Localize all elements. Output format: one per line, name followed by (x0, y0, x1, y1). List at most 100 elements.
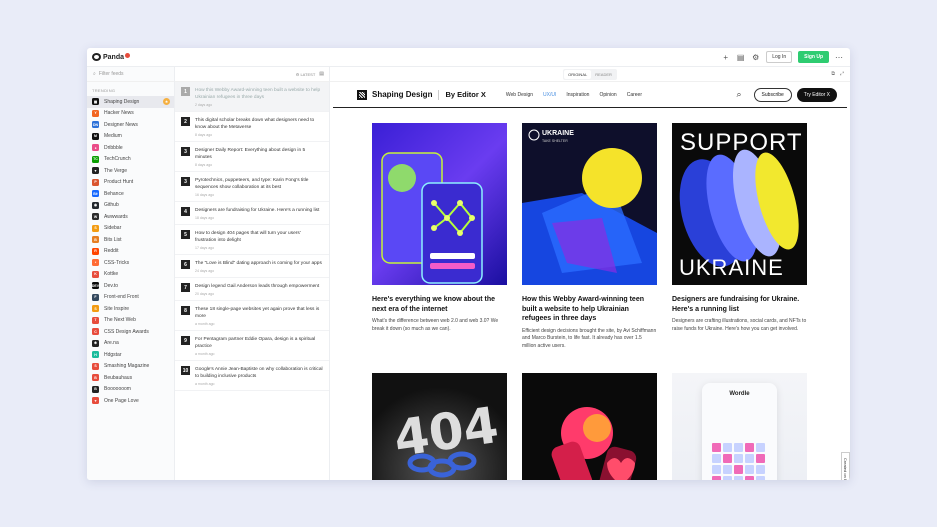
article-card[interactable]: UKRAINE TAKE SHELTER How this Webby Awar… (522, 123, 657, 350)
sidebar-item[interactable]: ▦ Shaping Design ★ (87, 96, 174, 108)
sidebar-item[interactable]: S Smashing Magazine (87, 361, 174, 373)
article-card[interactable] (522, 373, 657, 480)
top-bar: Panda + ▤ ⚙ Log In Sign Up ⋯ (87, 48, 850, 67)
add-icon[interactable]: + (721, 53, 730, 62)
wordle-tile (756, 454, 765, 463)
sidebar-item[interactable]: C CSS Design Awards (87, 326, 174, 338)
source-icon: ◉ (92, 201, 99, 209)
by-editor-x[interactable]: By Editor X (445, 90, 485, 99)
sidebar-item-label: Designer News (104, 121, 138, 128)
sidebar-item[interactable]: T The Next Web (87, 315, 174, 327)
sidebar-item-label: Are.na (104, 340, 119, 347)
sidebar-item[interactable]: TC TechCrunch (87, 154, 174, 166)
site-nav-item[interactable]: Web Design (506, 92, 533, 98)
site-nav-item[interactable]: UX/UI (543, 92, 556, 98)
source-icon: TC (92, 155, 99, 163)
list-item[interactable]: 2 This digital scholar breaks down what d… (175, 112, 329, 142)
list-item[interactable]: 6 The "Love is Blind" dating approach is … (175, 255, 329, 278)
layout-icon[interactable]: ▤ (736, 53, 745, 62)
sidebar-item[interactable]: S Sidebar (87, 223, 174, 235)
site-nav-item[interactable]: Career (627, 92, 642, 98)
sidebar-item[interactable]: F Front-end Front (87, 292, 174, 304)
card-title[interactable]: Designers are fundraising for Ukraine. H… (672, 295, 807, 314)
login-button[interactable]: Log In (766, 51, 793, 63)
wordle-tile (734, 465, 743, 474)
site-nav-item[interactable]: Opinion (599, 92, 616, 98)
sidebar-item[interactable]: B Bits List (87, 234, 174, 246)
sidebar-item[interactable]: B Booooooom (87, 384, 174, 396)
try-editor-x-button[interactable]: Try Editor X (796, 87, 837, 102)
more-icon[interactable]: ⋯ (835, 53, 843, 62)
sidebar-item[interactable]: ✱ Are.na (87, 338, 174, 350)
item-title: These 18 single-page websites yet again … (195, 307, 320, 319)
mode-reader[interactable]: READER (591, 70, 616, 79)
sidebar-item[interactable]: R Reddit (87, 246, 174, 258)
site-logo-icon[interactable] (357, 89, 367, 100)
wordle-tile (723, 465, 732, 474)
sidebar-item[interactable]: Bē Behance (87, 188, 174, 200)
sidebar-item[interactable]: ● Dribbble (87, 142, 174, 154)
sidebar-item[interactable]: Y Hacker News (87, 108, 174, 120)
article-card[interactable]: 404 (372, 373, 507, 480)
wordle-tile (745, 465, 754, 474)
wordle-tile (745, 476, 754, 480)
sidebar-item[interactable]: ♥ One Page Love (87, 395, 174, 407)
sidebar-item[interactable]: ▼ The Verge (87, 165, 174, 177)
sidebar-item-label: Product Hunt (104, 179, 134, 186)
subscribe-button[interactable]: Subscribe (753, 87, 792, 102)
item-number: 4 (181, 207, 190, 216)
article-card[interactable]: SUPPORT UKRAINE Designers are fundraisin… (672, 123, 807, 333)
sidebar-item[interactable]: W Awwwards (87, 211, 174, 223)
signup-button[interactable]: Sign Up (798, 51, 829, 63)
list-view-icon[interactable]: ▤ (319, 71, 324, 77)
sidebar-item[interactable]: P Product Hunt (87, 177, 174, 189)
article-card[interactable]: Wordle (672, 373, 807, 480)
sidebar-item[interactable]: DN Designer News (87, 119, 174, 131)
list-item[interactable]: 3 Designer Daily Report: Everything about… (175, 142, 329, 172)
sidebar-item[interactable]: H Hdgstar (87, 349, 174, 361)
source-icon: ♥ (92, 397, 99, 405)
item-number: 2 (181, 117, 190, 126)
created-on-editor-x-badge[interactable]: Created on Editor X (841, 452, 850, 480)
sidebar-item[interactable]: DEV Dev.to (87, 280, 174, 292)
card-title[interactable]: Here's everything we know about the next… (372, 295, 507, 314)
sidebar-item[interactable]: K Kottke (87, 269, 174, 281)
article-card[interactable]: Here's everything we know about the next… (372, 123, 507, 333)
site-nav-item[interactable]: Inspiration (566, 92, 589, 98)
site-name[interactable]: Shaping Design (372, 90, 432, 99)
list-item[interactable]: 1 How this Webby Award-winning teen built… (175, 82, 329, 112)
expand-icon[interactable]: ⤢ (840, 71, 844, 77)
settings-icon[interactable]: ⚙ (751, 53, 760, 62)
source-icon: S (92, 224, 99, 232)
list-item[interactable]: 7 Design legend Gail Anderson leads throu… (175, 278, 329, 301)
item-timestamp: 24 days ago (195, 269, 215, 273)
site-search-icon[interactable]: ⌕ (737, 89, 742, 100)
sidebar-item[interactable]: * CSS-Tricks (87, 257, 174, 269)
source-icon: T (92, 316, 99, 324)
wordle-tile (756, 443, 765, 452)
sidebar-item[interactable]: B Beubauhaus (87, 372, 174, 384)
wordle-tile (745, 454, 754, 463)
list-item[interactable]: 3 Pyrotechnics, puppeteers, and type: Kar… (175, 172, 329, 202)
sidebar-item[interactable]: M Medium (87, 131, 174, 143)
external-link-icon[interactable]: ⧉ (831, 71, 835, 77)
sidebar-item-label: Front-end Front (104, 294, 139, 301)
filter-feeds-input[interactable]: ⌕ Filter feeds (87, 67, 174, 82)
item-title: For Pentagram partner Eddie Opara, desig… (195, 337, 316, 349)
notification-badge (125, 52, 131, 58)
sidebar-item[interactable]: ◉ Github (87, 200, 174, 212)
list-item[interactable]: 4 Designers are fundraising for Ukraine. … (175, 202, 329, 225)
mode-original[interactable]: ORIGINAL (564, 69, 592, 79)
favorite-icon[interactable]: ★ (163, 98, 170, 106)
card-title[interactable]: How this Webby Award-winning teen built … (522, 295, 657, 324)
list-item[interactable]: 9 For Pentagram partner Eddie Opara, desi… (175, 331, 329, 361)
list-item[interactable]: 10 Google's Annie Jean-Baptiste on why co… (175, 361, 329, 391)
panda-logo[interactable]: Panda (92, 52, 131, 61)
filter-placeholder: Filter feeds (98, 71, 124, 77)
source-icon: S (92, 362, 99, 370)
list-item[interactable]: 8 These 18 single-page websites yet again… (175, 301, 329, 331)
latest-filter[interactable]: ⚙ LATEST (296, 72, 316, 77)
list-header: ⚙ LATEST ▤ (175, 67, 329, 82)
list-item[interactable]: 5 How to design 404 pages that will turn … (175, 225, 329, 255)
sidebar-item[interactable]: S Site Inspire (87, 303, 174, 315)
